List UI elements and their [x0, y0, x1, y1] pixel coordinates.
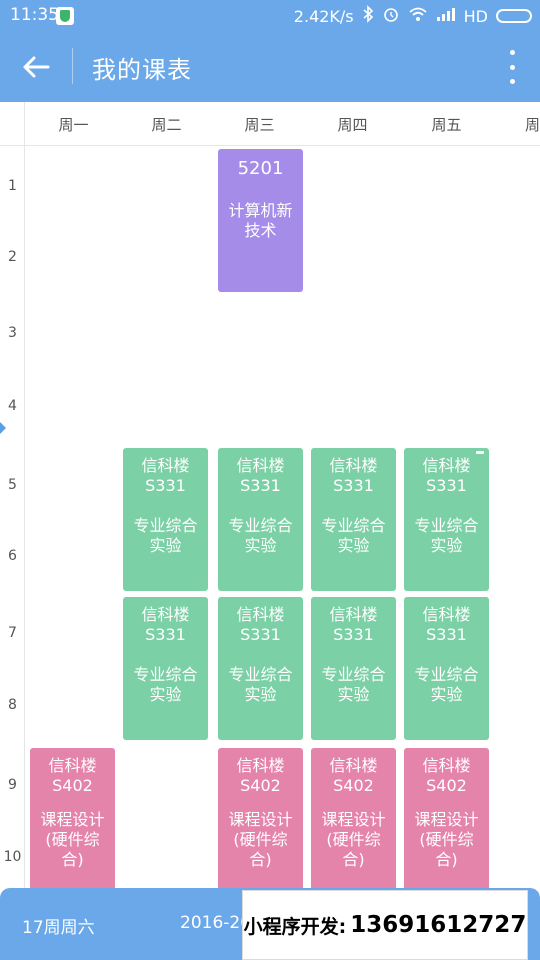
course-card[interactable]: 信科楼S402 课程设计(硬件综合) [311, 748, 396, 890]
course-card[interactable]: 信科楼S331 专业综合实验 [311, 597, 396, 740]
course-name: 专业综合实验 [414, 665, 479, 704]
day-label-mon: 周一 [58, 116, 89, 134]
course-card[interactable]: 信科楼S402 课程设计(硬件综合) [30, 748, 115, 890]
course-card[interactable]: 信科楼S331 专业综合实验 [123, 448, 208, 591]
status-bar: 11:35 2.42K/s HD [0, 0, 540, 32]
course-card[interactable]: 信科楼S331 专业综合实验 [404, 597, 489, 740]
course-location: 信科楼S331 [422, 456, 471, 495]
course-card[interactable]: 信科楼S331 专业综合实验 [123, 597, 208, 740]
promo-label: 小程序开发: [243, 915, 347, 938]
period-number: 5 [8, 477, 17, 493]
course-card[interactable]: 信科楼S331 专业综合实验 [218, 597, 303, 740]
period-number: 8 [8, 697, 17, 713]
course-location: 信科楼S402 [236, 756, 285, 795]
current-week-label[interactable]: 17周周六 [22, 913, 95, 938]
course-name: 课程设计(硬件综合) [414, 810, 479, 869]
course-card[interactable]: 信科楼S331 专业综合实验 [404, 448, 489, 591]
period-number: 3 [8, 325, 17, 341]
battery-icon [496, 9, 532, 23]
course-location: 信科楼S331 [141, 456, 190, 495]
promo-banner: 小程序开发: 13691612727 [242, 890, 528, 960]
course-card[interactable]: 信科楼S331 专业综合实验 [218, 448, 303, 591]
course-card[interactable]: 信科楼S402 课程设计(硬件综合) [218, 748, 303, 890]
course-location: 信科楼S331 [329, 605, 378, 644]
bluetooth-icon [362, 5, 374, 27]
course-card[interactable]: 信科楼S331 专业综合实验 [311, 448, 396, 591]
network-speed: 2.42K/s [293, 6, 354, 26]
course-name: 专业综合实验 [228, 516, 293, 555]
course-card[interactable]: 信科楼S402 课程设计(硬件综合) [404, 748, 489, 890]
page-title: 我的课表 [92, 56, 192, 84]
course-name: 专业综合实验 [321, 665, 386, 704]
course-name: 计算机新技术 [228, 201, 293, 240]
more-vertical-icon [509, 50, 515, 55]
current-period-indicator [0, 422, 6, 434]
course-name: 课程设计(硬件综合) [40, 810, 105, 869]
header-corner [0, 102, 25, 145]
course-card[interactable]: 5201 计算机新技术 [218, 149, 303, 292]
status-time: 11:35 [10, 5, 59, 25]
course-name: 专业综合实验 [133, 665, 198, 704]
status-indicators: 2.42K/s HD [294, 5, 532, 27]
course-marker [476, 451, 484, 454]
course-location: 信科楼S331 [141, 605, 190, 644]
day-label-fri: 周五 [431, 116, 462, 134]
course-name: 专业综合实验 [321, 516, 386, 555]
course-location: 信科楼S402 [422, 756, 471, 795]
course-name: 课程设计(硬件综合) [321, 810, 386, 869]
course-name: 专业综合实验 [133, 516, 198, 555]
period-number: 2 [8, 249, 17, 265]
course-location: 信科楼S331 [236, 605, 285, 644]
wifi-icon [408, 6, 428, 26]
course-location: 信科楼S402 [329, 756, 378, 795]
period-number: 10 [3, 849, 22, 865]
course-name: 专业综合实验 [228, 665, 293, 704]
period-number: 1 [8, 178, 17, 194]
period-number: 7 [8, 625, 17, 641]
course-location: 信科楼S331 [236, 456, 285, 495]
period-number: 6 [8, 548, 17, 564]
signal-icon [436, 7, 456, 25]
course-location: 信科楼S331 [422, 605, 471, 644]
course-location: 信科楼S402 [48, 756, 97, 795]
course-name: 专业综合实验 [414, 516, 479, 555]
period-column: 1 2 3 4 5 6 7 8 9 10 [0, 146, 25, 890]
signal-type-label: HD [463, 6, 488, 26]
course-name: 课程设计(硬件综合) [228, 810, 293, 869]
day-label-tue: 周二 [151, 116, 182, 134]
day-label-thu: 周四 [337, 116, 368, 134]
day-label-sat: 周 [524, 116, 540, 134]
term-label[interactable]: 2016-20 [180, 913, 251, 933]
course-location: 信科楼S331 [329, 456, 378, 495]
period-number: 4 [8, 398, 17, 414]
alarm-icon [382, 5, 400, 27]
arrow-left-icon [23, 56, 50, 78]
timetable-grid[interactable]: 1 2 3 4 5 6 7 8 9 10 5201 计算机新技术 信科楼S331… [0, 146, 540, 890]
app-bar: 我的课表 [0, 32, 540, 102]
period-number: 9 [8, 777, 17, 793]
app-bar-divider [72, 48, 73, 84]
day-label-wed: 周三 [244, 116, 275, 134]
more-options-button[interactable] [506, 50, 518, 84]
security-shield-icon [56, 7, 74, 25]
back-button[interactable] [18, 49, 54, 85]
course-location: 5201 [237, 158, 284, 179]
promo-phone: 13691612727 [350, 912, 527, 938]
day-header: 周一 周二 周三 周四 周五 周 [0, 102, 540, 146]
